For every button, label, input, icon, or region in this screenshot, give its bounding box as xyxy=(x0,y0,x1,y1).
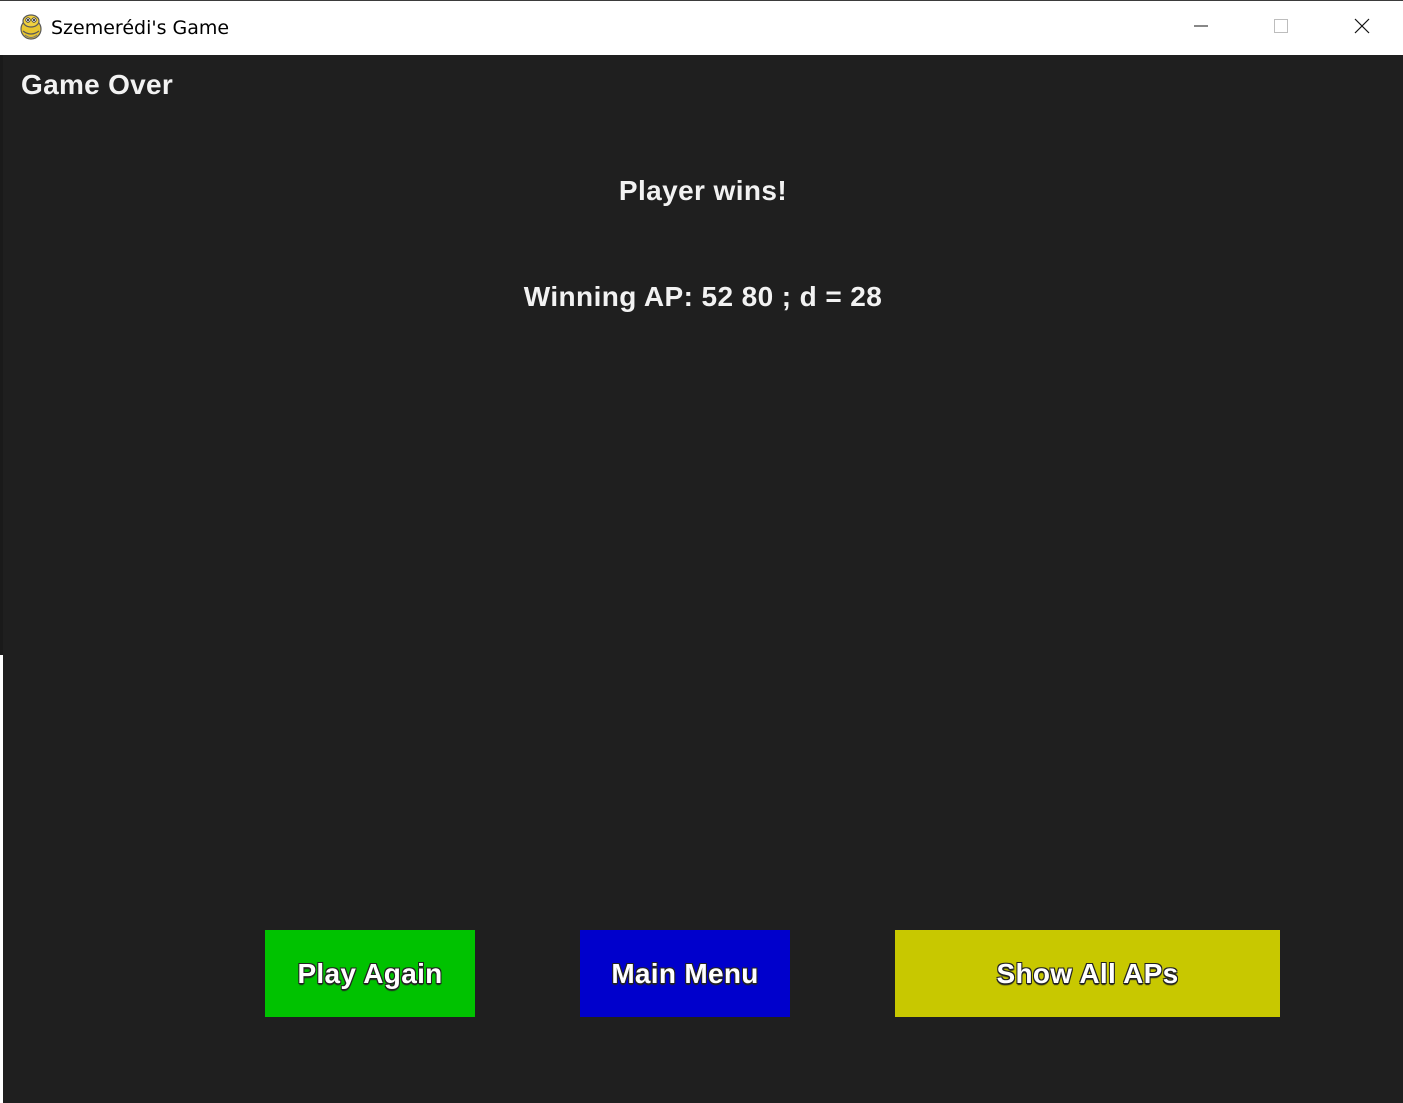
title-bar[interactable]: Szemerédi's Game xyxy=(0,0,1403,55)
minimize-button[interactable] xyxy=(1161,1,1241,55)
winning-ap-text: Winning AP: 52 80 ; d = 28 xyxy=(523,281,883,312)
show-all-aps-button[interactable]: Show All APs xyxy=(895,930,1280,1017)
close-icon xyxy=(1354,18,1370,38)
screen-title: Game Over xyxy=(21,69,174,100)
close-button[interactable] xyxy=(1322,1,1402,55)
app-window: Szemerédi's Game Game Over Player wins! … xyxy=(0,0,1403,1103)
window-title: Szemerédi's Game xyxy=(51,17,230,39)
main-menu-button[interactable]: Main Menu xyxy=(580,930,790,1017)
maximize-icon xyxy=(1273,18,1289,38)
game-canvas: Game Over Player wins! Winning AP: 52 80… xyxy=(3,55,1403,1103)
minimize-icon xyxy=(1193,18,1209,38)
play-again-button[interactable]: Play Again xyxy=(265,930,475,1017)
pygame-snake-icon xyxy=(18,13,44,41)
winner-message: Player wins! xyxy=(618,175,788,206)
maximize-button[interactable] xyxy=(1241,1,1321,55)
